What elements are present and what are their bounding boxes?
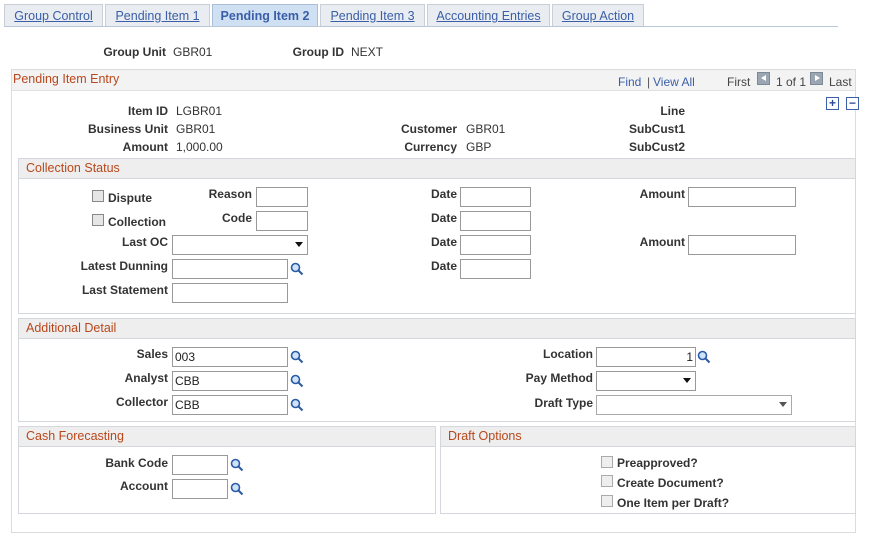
currency-label: Currency: [404, 140, 457, 154]
last-statement-label: Last Statement: [81, 283, 168, 297]
group-unit-label: Group Unit: [103, 45, 166, 59]
last-oc-select[interactable]: [172, 235, 308, 255]
bank-code-label: Bank Code: [105, 456, 168, 470]
sales-label: Sales: [136, 347, 168, 361]
collection-label: Collection: [108, 215, 167, 229]
code-label: Code: [222, 211, 252, 225]
collector-input[interactable]: CBB: [172, 395, 288, 415]
dispute-amount-label: Amount: [639, 187, 685, 201]
chevron-down-icon: [295, 242, 303, 247]
next-arrow-icon[interactable]: [810, 72, 823, 85]
item-id-value: LGBR01: [176, 104, 223, 118]
sales-input[interactable]: 003: [172, 347, 288, 367]
subcust1-label: SubCust1: [628, 122, 685, 136]
tab-group-control[interactable]: Group Control: [4, 4, 103, 26]
dispute-checkbox[interactable]: [92, 190, 104, 202]
collection-date-label: Date: [430, 211, 457, 225]
pay-method-select[interactable]: [596, 371, 696, 391]
location-input[interactable]: 1: [596, 347, 696, 367]
last-oc-date-input[interactable]: [460, 235, 531, 255]
search-icon[interactable]: [290, 262, 304, 276]
previous-arrow-icon[interactable]: [757, 72, 770, 85]
dispute-date-input[interactable]: [460, 187, 531, 207]
find-link[interactable]: Find: [618, 75, 641, 89]
view-all-link[interactable]: View All: [653, 75, 695, 89]
location-label: Location: [543, 347, 593, 361]
tab-pending-item-3[interactable]: Pending Item 3: [320, 4, 425, 26]
group-unit-value: GBR01: [173, 45, 213, 59]
last-statement-input[interactable]: [172, 283, 288, 303]
business-unit-label: Business Unit: [87, 122, 168, 136]
currency-value: GBP: [466, 140, 492, 154]
dunning-date-label: Date: [430, 259, 457, 273]
tab-pending-item-2[interactable]: Pending Item 2: [212, 4, 318, 26]
one-item-per-draft-label: One Item per Draft?: [617, 496, 730, 510]
preapproved-label: Preapproved?: [617, 456, 698, 470]
latest-dunning-input[interactable]: [172, 259, 288, 279]
customer-label: Customer: [400, 122, 457, 136]
draft-type-select[interactable]: [596, 395, 792, 415]
customer-value: GBR01: [466, 122, 506, 136]
search-icon[interactable]: [230, 482, 244, 496]
analyst-input[interactable]: CBB: [172, 371, 288, 391]
dispute-date-label: Date: [430, 187, 457, 201]
search-icon[interactable]: [290, 398, 304, 412]
record-count: 1 of 1: [776, 75, 807, 89]
draft-options-title: Draft Options: [441, 427, 855, 447]
collection-date-input[interactable]: [460, 211, 531, 231]
dispute-amount-input[interactable]: [688, 187, 796, 207]
pay-method-label: Pay Method: [525, 371, 593, 385]
first-label: First: [727, 75, 751, 89]
tab-accounting-entries[interactable]: Accounting Entries: [427, 4, 550, 26]
last-oc-amount-input[interactable]: [688, 235, 796, 255]
dunning-date-input[interactable]: [460, 259, 531, 279]
delete-row-icon[interactable]: −: [846, 97, 859, 110]
one-item-per-draft-checkbox[interactable]: [601, 495, 613, 507]
amount-value: 1,000.00: [176, 140, 223, 154]
subcust2-label: SubCust2: [628, 140, 685, 154]
chevron-down-icon: [779, 402, 787, 407]
code-input[interactable]: [256, 211, 308, 231]
tab-divider: [4, 26, 838, 27]
last-oc-date-label: Date: [430, 235, 457, 249]
account-input[interactable]: [172, 479, 228, 499]
search-icon[interactable]: [697, 350, 711, 364]
reason-label: Reason: [208, 187, 252, 201]
search-icon[interactable]: [230, 458, 244, 472]
group-id-label: Group ID: [292, 45, 344, 59]
collection-status-title: Collection Status: [19, 159, 855, 179]
chevron-down-icon: [683, 378, 691, 383]
collector-label: Collector: [115, 395, 168, 409]
business-unit-value: GBR01: [176, 122, 216, 136]
entry-title: Pending Item Entry: [13, 72, 120, 86]
tab-group-action[interactable]: Group Action: [552, 4, 644, 26]
create-document-checkbox[interactable]: [601, 475, 613, 487]
amount-label: Amount: [122, 140, 168, 154]
search-icon[interactable]: [290, 350, 304, 364]
analyst-label: Analyst: [124, 371, 168, 385]
dispute-label: Dispute: [108, 191, 153, 205]
account-label: Account: [120, 479, 168, 493]
last-oc-amount-label: Amount: [639, 235, 685, 249]
collection-checkbox[interactable]: [92, 214, 104, 226]
last-label: Last: [829, 75, 852, 89]
item-id-label: Item ID: [127, 104, 168, 118]
nav-separator: |: [647, 75, 651, 89]
bank-code-input[interactable]: [172, 455, 228, 475]
cash-forecasting-title: Cash Forecasting: [19, 427, 435, 447]
reason-input[interactable]: [256, 187, 308, 207]
latest-dunning-label: Latest Dunning: [80, 259, 168, 273]
group-id-value: NEXT: [351, 45, 384, 59]
line-label: Line: [660, 104, 685, 118]
tab-pending-item-1[interactable]: Pending Item 1: [105, 4, 210, 26]
additional-detail-title: Additional Detail: [19, 319, 855, 339]
create-document-label: Create Document?: [617, 476, 724, 490]
add-row-icon[interactable]: +: [826, 97, 839, 110]
last-oc-label: Last OC: [121, 235, 168, 249]
search-icon[interactable]: [290, 374, 304, 388]
draft-type-label: Draft Type: [534, 396, 593, 410]
preapproved-checkbox[interactable]: [601, 456, 613, 468]
